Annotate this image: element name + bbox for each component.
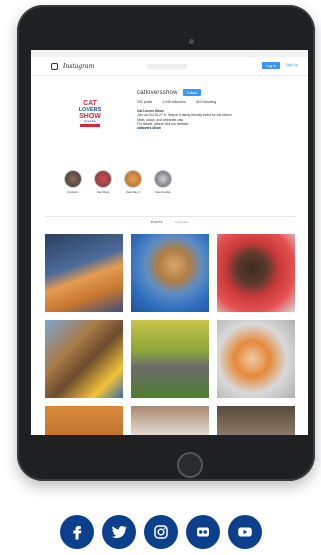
profile-tabs: POSTS TAGGED (45, 216, 295, 224)
camera-dot (189, 39, 194, 44)
highlight-item[interactable]: Cats Sunday (153, 170, 173, 194)
highlight-item[interactable]: Cats Day 2 (123, 170, 143, 194)
profile-bio: Cat Lovers Show Join us Oct 26-27 in Tam… (137, 109, 307, 130)
signup-link[interactable]: Sign Up (286, 63, 298, 67)
search-input[interactable] (147, 63, 187, 69)
highlight-thumbnail (64, 170, 82, 188)
instagram-wordmark[interactable]: Instagram (63, 63, 94, 70)
login-button[interactable]: Log In (262, 62, 280, 69)
tab-posts[interactable]: POSTS (151, 220, 163, 224)
highlight-label: Cats Day 2 (126, 190, 140, 194)
profile-header: CAT LOVERS SHOW Tampa Bay catloversshow … (31, 76, 308, 168)
logo-tagline: Tampa Bay (83, 119, 97, 123)
logo-line-3: SHOW (79, 112, 101, 120)
tab-tagged[interactable]: TAGGED (175, 220, 189, 224)
followers-count[interactable]: 2,049 followers (162, 100, 186, 104)
youtube-icon[interactable] (228, 515, 262, 549)
twitter-icon[interactable] (102, 515, 136, 549)
highlight-label: Cats Sunday (154, 190, 171, 194)
status-bar (31, 50, 308, 57)
post-thumbnail[interactable] (217, 234, 295, 312)
flickr-icon[interactable] (186, 515, 220, 549)
post-thumbnail[interactable] (131, 320, 209, 398)
home-button[interactable] (177, 452, 203, 478)
post-thumbnail[interactable] (217, 406, 295, 435)
tablet-screen: Instagram Log In Sign Up CAT LOVERS SHOW… (31, 50, 308, 435)
bio-link[interactable]: catlovers show (137, 126, 307, 130)
following-count[interactable]: 310 following (196, 100, 216, 104)
facebook-icon[interactable] (60, 515, 94, 549)
story-highlights: Cat Expo Cat Show Cats Day 2 Cats Sunday (63, 170, 173, 194)
post-thumbnail[interactable] (45, 320, 123, 398)
post-thumbnail[interactable] (131, 406, 209, 435)
highlight-label: Cat Expo (67, 190, 79, 194)
social-links (60, 515, 262, 549)
posts-count[interactable]: 252 posts (137, 100, 152, 104)
post-thumbnail[interactable] (45, 234, 123, 312)
profile-avatar-logo[interactable]: CAT LOVERS SHOW Tampa Bay (73, 90, 107, 136)
instagram-camera-icon[interactable] (51, 62, 58, 70)
instagram-nav-bar: Instagram Log In Sign Up (31, 57, 308, 76)
logo-flag-stripe (80, 123, 100, 127)
profile-stats: 252 posts 2,049 followers 310 following (137, 100, 216, 104)
username-row: catloversshow Follow (137, 89, 201, 96)
highlight-label: Cat Show (96, 190, 110, 194)
highlight-thumbnail (124, 170, 142, 188)
highlight-item[interactable]: Cat Show (93, 170, 113, 194)
post-grid (45, 234, 295, 435)
instagram-icon[interactable] (144, 515, 178, 549)
post-thumbnail[interactable] (131, 234, 209, 312)
profile-username: catloversshow (137, 89, 178, 96)
highlight-thumbnail (154, 170, 172, 188)
post-thumbnail[interactable] (217, 320, 295, 398)
logo-line-1: CAT (83, 99, 97, 107)
post-thumbnail[interactable] (45, 406, 123, 435)
highlight-item[interactable]: Cat Expo (63, 170, 83, 194)
highlight-thumbnail (94, 170, 112, 188)
follow-button[interactable]: Follow (182, 89, 201, 96)
